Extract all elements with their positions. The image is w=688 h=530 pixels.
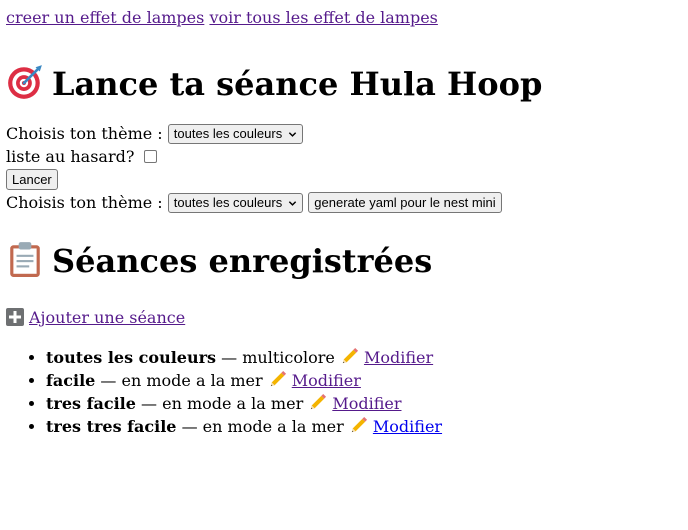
add-session-label: Ajouter une séance <box>29 308 186 327</box>
pencil-icon <box>351 416 367 433</box>
theme-label-1: Choisis ton thème : <box>6 124 163 143</box>
session-name: tres facile <box>46 394 136 413</box>
theme-select-2[interactable]: toutes les couleurs <box>167 193 304 213</box>
edit-session-link[interactable]: Modifier <box>340 347 434 367</box>
add-session-link[interactable]: Ajouter une séance <box>6 308 185 327</box>
top-links: creer un effet de lampes voir tous les e… <box>6 8 682 28</box>
session-separator: — <box>181 417 198 436</box>
session-mode: multicolore <box>242 348 335 367</box>
generate-yaml-button[interactable]: generate yaml pour le nest mini <box>308 192 502 213</box>
random-label: liste au hasard? <box>6 147 135 166</box>
theme-row-2: Choisis ton thème : toutes les couleurs … <box>6 191 682 214</box>
add-session-row: Ajouter une séance <box>6 308 682 328</box>
edit-label: Modifier <box>332 394 402 413</box>
session-name: tres tres facile <box>46 417 177 436</box>
session-separator: — <box>100 371 117 390</box>
random-checkbox[interactable] <box>143 150 157 163</box>
edit-session-link[interactable]: Modifier <box>349 416 443 436</box>
launch-button-row: Lancer <box>6 168 682 191</box>
edit-label: Modifier <box>363 348 434 367</box>
edit-session-link[interactable]: Modifier <box>268 370 361 390</box>
session-mode: en mode a la mer <box>162 394 304 413</box>
session-item: facile — en mode a la mer Modifier <box>46 369 682 392</box>
pencil-icon <box>342 347 359 364</box>
theme-select-1-value: toutes les couleurs <box>173 126 283 141</box>
edit-session-link[interactable]: Modifier <box>308 393 402 413</box>
session-item: tres tres facile — en mode a la mer Modi… <box>46 415 682 438</box>
saved-sessions-heading: Séances enregistrées <box>6 240 682 281</box>
pencil-icon <box>311 393 327 410</box>
edit-label: Modifier <box>372 417 443 436</box>
session-list: toutes les couleurs — multicolore Modifi… <box>6 346 682 438</box>
theme-row-1: Choisis ton thème : toutes les couleurs <box>6 122 682 145</box>
direct-hit-target-icon <box>8 65 42 99</box>
launch-heading: Lance ta séance Hula Hoop <box>6 63 682 104</box>
edit-label: Modifier <box>291 371 361 390</box>
view-all-lamp-effects-link[interactable]: voir tous les effet de lampes <box>209 8 437 27</box>
session-name: facile <box>46 371 96 390</box>
launch-title: Lance ta séance Hula Hoop <box>52 65 543 103</box>
create-lamp-effect-link[interactable]: creer un effet de lampes <box>6 8 204 27</box>
plus-icon <box>6 308 24 326</box>
chevron-down-icon <box>289 201 297 206</box>
theme-select-1[interactable]: toutes les couleurs <box>167 124 304 144</box>
launch-button[interactable]: Lancer <box>6 169 58 190</box>
session-separator: — <box>141 394 157 413</box>
random-row: liste au hasard? <box>6 145 682 168</box>
clipboard-icon <box>10 242 40 277</box>
theme-select-2-value: toutes les couleurs <box>173 195 283 210</box>
theme-label-2: Choisis ton thème : <box>6 193 163 212</box>
page: creer un effet de lampes voir tous les e… <box>0 0 688 438</box>
saved-sessions-title: Séances enregistrées <box>52 242 433 280</box>
session-item: toutes les couleurs — multicolore Modifi… <box>46 346 682 369</box>
session-name: toutes les couleurs <box>46 348 217 367</box>
session-separator: — <box>221 348 238 367</box>
chevron-down-icon <box>289 132 297 137</box>
launch-form: Choisis ton thème : toutes les couleurs … <box>6 122 682 214</box>
session-item: tres facile — en mode a la mer Modifier <box>46 392 682 415</box>
session-mode: en mode a la mer <box>121 371 263 390</box>
pencil-icon <box>270 370 286 387</box>
session-mode: en mode a la mer <box>202 417 344 436</box>
